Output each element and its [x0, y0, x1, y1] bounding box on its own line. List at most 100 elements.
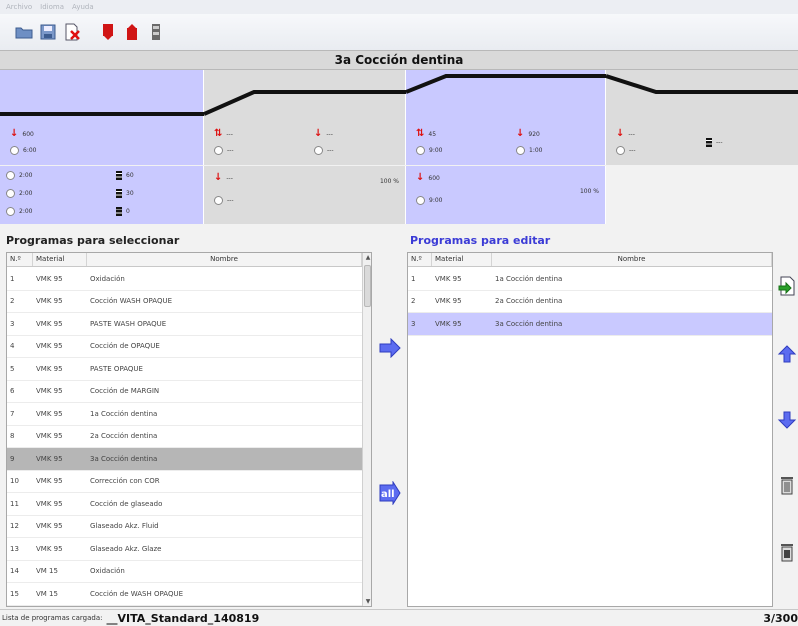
all-label: all	[381, 489, 395, 500]
table-row[interactable]: 1 VMK 95 Oxidación	[7, 268, 362, 291]
row-material: VMK 95	[36, 387, 63, 396]
table-row[interactable]: 2 VMK 95 Cocción WASH OPAQUE	[7, 291, 362, 313]
table-row[interactable]: 11 VMK 95 Cocción de glaseado	[7, 493, 362, 516]
table-row[interactable]: 3 VMK 95 3a Cocción dentina	[408, 313, 772, 336]
vacuum-value: 0	[126, 208, 130, 215]
row-name: Glaseado Akz. Fluid	[90, 522, 159, 531]
clock-icon	[10, 146, 19, 155]
row-number: 14	[10, 567, 19, 576]
vacuum-panel[interactable]: ↓ --- --- 100 %	[204, 166, 406, 224]
col-header-name[interactable]: Nombre	[87, 253, 362, 266]
table-row[interactable]: 12 VMK 95 Glaseado Akz. Fluid	[7, 516, 362, 538]
row-material: VMK 95	[435, 274, 462, 283]
col-header-number[interactable]: N.º	[408, 253, 432, 266]
row-material: VMK 95	[36, 544, 63, 553]
select-programs-table[interactable]: N.º Material Nombre 1 VMK 95 Oxidación 2 VMK…	[6, 252, 372, 607]
col-header-material[interactable]: Material	[432, 253, 492, 266]
row-name: 2a Cocción dentina	[495, 297, 563, 306]
delete-all-button[interactable]	[776, 541, 798, 563]
row-material: VMK 95	[36, 342, 63, 351]
row-number: 1	[411, 274, 416, 283]
row-number: 11	[10, 499, 19, 508]
furnace-download-button[interactable]	[98, 22, 118, 42]
furnace-button[interactable]	[146, 22, 166, 42]
row-name: Oxidación	[90, 567, 125, 576]
delete-program-button[interactable]	[776, 474, 798, 496]
time-value: ---	[227, 147, 234, 154]
vertical-scrollbar[interactable]: ▲ ▼	[362, 253, 371, 606]
temperature-icon: ↓	[516, 128, 525, 139]
table-row[interactable]: 7 VMK 95 1a Cocción dentina	[7, 403, 362, 426]
row-number: 3	[411, 319, 416, 328]
delete-file-button[interactable]	[62, 22, 82, 42]
table-row[interactable]: 4 VMK 95 Cocción de OPAQUE	[7, 336, 362, 358]
vacuum-icon	[116, 189, 122, 198]
time-value: 2:00	[19, 208, 33, 215]
vacuum-panel[interactable]: 2:00 2:00 2:00 60 30 0	[0, 166, 204, 224]
clock-icon	[6, 207, 15, 216]
move-up-button[interactable]	[776, 343, 798, 365]
table-row[interactable]: 8 VMK 95 2a Cocción dentina	[7, 426, 362, 448]
phase-panel-1[interactable]: ↓ 600 6:00	[0, 70, 204, 165]
arrow-up-icon	[777, 345, 797, 363]
scroll-down-icon[interactable]: ▼	[364, 598, 371, 605]
clock-icon	[416, 146, 425, 155]
status-bar: Lista de programas cargada: __VITA_Stand…	[0, 609, 798, 626]
folder-icon	[15, 27, 33, 39]
program-count: 3/300	[763, 611, 798, 625]
program-title: 3a Cocción dentina	[0, 50, 798, 70]
arrow-right-icon	[379, 338, 401, 358]
row-material: VMK 95	[36, 319, 63, 328]
furnace-upload-button[interactable]	[122, 22, 142, 42]
curve-graph	[406, 74, 606, 94]
clock-icon	[416, 196, 425, 205]
col-header-number[interactable]: N.º	[7, 253, 33, 266]
save-button[interactable]	[38, 22, 58, 42]
curve-graph	[0, 112, 204, 116]
table-row[interactable]: 6 VMK 95 Cocción de MARGIN	[7, 381, 362, 403]
row-material: VMK 95	[36, 432, 63, 441]
table-row[interactable]: 14 VM 15 Oxidación	[7, 561, 362, 583]
vacuum-value: 30	[126, 190, 134, 197]
scroll-up-icon[interactable]: ▲	[364, 254, 371, 261]
toolbar	[0, 14, 798, 50]
table-row[interactable]: 9 VMK 95 3a Cocción dentina	[7, 448, 362, 471]
add-all-button[interactable]: all	[379, 481, 401, 505]
temperature-icon: ↓	[10, 128, 19, 139]
table-row[interactable]: 15 VM 15 Cocción de WASH OPAQUE	[7, 583, 362, 606]
select-section-title: Programas para seleccionar	[6, 234, 180, 247]
clock-icon	[6, 171, 15, 180]
vacuum-panel[interactable]: ↓ 600 9:00 100 %	[406, 166, 606, 224]
menu-ayuda[interactable]: Ayuda	[72, 3, 94, 11]
table-row[interactable]: 10 VMK 95 Corrección con COR	[7, 471, 362, 493]
row-material: VM 15	[36, 567, 58, 576]
col-header-material[interactable]: Material	[33, 253, 87, 266]
scroll-thumb[interactable]	[364, 265, 371, 307]
open-folder-button[interactable]	[14, 22, 34, 42]
row-number: 7	[10, 409, 15, 418]
row-material: VMK 95	[36, 409, 63, 418]
furnace-arrow-icon	[103, 24, 113, 40]
clock-icon	[314, 146, 323, 155]
time-value: 9:00	[429, 197, 443, 204]
table-row[interactable]: 13 VMK 95 Glaseado Akz. Glaze	[7, 538, 362, 561]
clock-icon	[6, 189, 15, 198]
move-down-button[interactable]	[776, 409, 798, 431]
table-row[interactable]: 2 VMK 95 2a Cocción dentina	[408, 291, 772, 313]
phase-panel-2[interactable]: ⇅ --- --- ↓ --- ---	[204, 70, 406, 165]
temperature-value: 920	[528, 130, 540, 138]
col-header-name[interactable]: Nombre	[492, 253, 772, 266]
table-row[interactable]: 1 VMK 95 1a Cocción dentina	[408, 268, 772, 291]
table-row[interactable]: 5 VMK 95 PASTE OPAQUE	[7, 358, 362, 381]
phase-panel-3[interactable]: ⇅ 45 9:00 ↓ 920 1:00	[406, 70, 606, 165]
temperature-value: 45	[428, 130, 437, 138]
edit-section-title: Programas para editar	[410, 234, 551, 247]
add-to-edit-button[interactable]	[379, 337, 401, 359]
menu-archivo[interactable]: Archivo	[6, 3, 32, 11]
export-button[interactable]	[776, 275, 798, 297]
phase-panel-4[interactable]: ↓ --- --- ---	[606, 70, 798, 165]
edit-programs-table[interactable]: N.º Material Nombre 1 VMK 95 1a Cocción de…	[407, 252, 773, 607]
table-row[interactable]: 3 VMK 95 PASTE WASH OPAQUE	[7, 313, 362, 336]
menu-idioma[interactable]: Idioma	[40, 3, 64, 11]
row-number: 2	[10, 297, 15, 306]
